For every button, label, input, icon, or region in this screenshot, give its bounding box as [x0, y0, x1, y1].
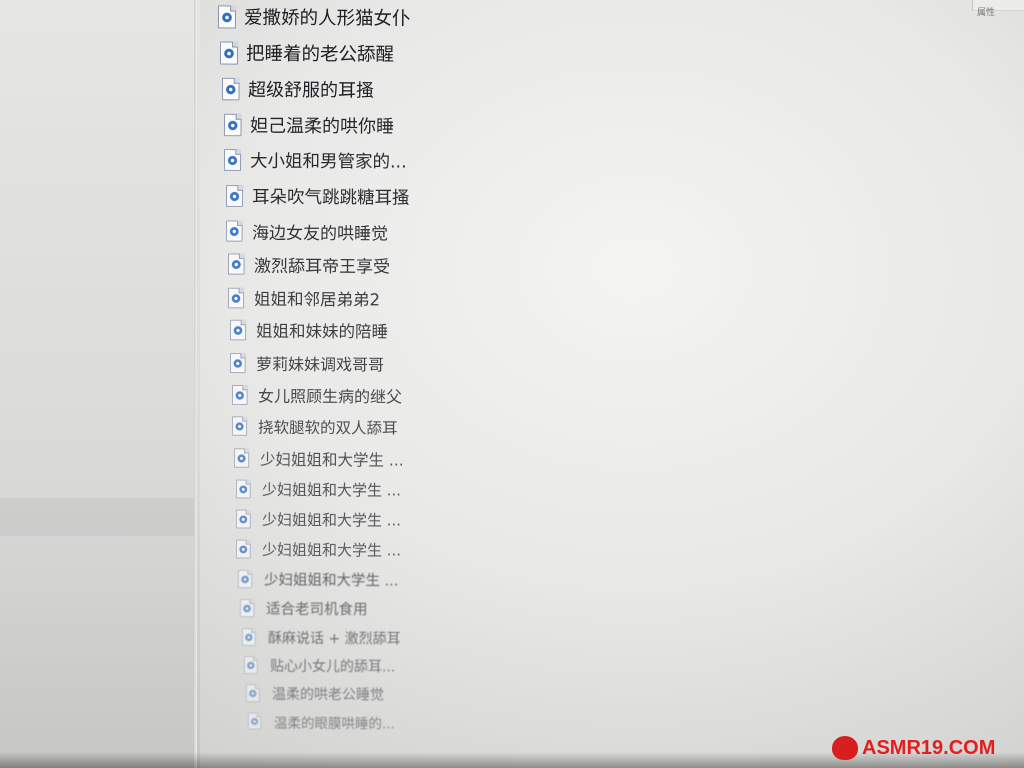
file-name: 温柔的哄老公睡觉 [271, 686, 385, 703]
watermark: ASMR19.COM [832, 736, 995, 760]
file-item[interactable]: 少妇姐姐和大学生 ... [235, 477, 402, 501]
file-item[interactable]: 温柔的哄老公睡觉 [245, 682, 385, 706]
media-disc-icon [221, 11, 233, 22]
media-disc-icon [243, 604, 251, 613]
audio-file-icon [235, 509, 251, 529]
media-disc-icon [225, 84, 236, 94]
audio-file-icon [227, 253, 245, 275]
file-name: 酥麻说话 + 激烈舔耳 [267, 630, 401, 647]
file-item[interactable]: 少妇姐姐和大学生 ... [235, 537, 402, 561]
audio-file-icon [229, 319, 247, 340]
file-item[interactable]: 适合老司机食用 [239, 597, 368, 621]
media-disc-icon [241, 575, 249, 584]
media-disc-icon [239, 545, 248, 554]
file-item[interactable]: 少妇姐姐和大学生 ... [235, 507, 402, 531]
file-name: 超级舒服的耳搔 [247, 79, 375, 102]
file-name: 妲己温柔的哄你睡 [249, 115, 395, 138]
file-item[interactable]: 少妇姐姐和大学生 ... [237, 568, 399, 592]
media-disc-icon [249, 689, 257, 698]
file-list: 爱撒娇的人形猫女仆 把睡着的老公舔醒 超级舒服的耳搔 妲己温柔的哄你睡 大小姐和男管家的… [0, 0, 1024, 768]
file-name: 少妇姐姐和大学生 ... [259, 450, 404, 470]
media-disc-icon [239, 515, 248, 524]
file-name: 挠软腿软的双人舔耳 [257, 418, 398, 438]
file-name: 姐姐和妹妹的陪睡 [255, 321, 389, 342]
audio-file-icon [245, 684, 260, 702]
media-disc-icon [227, 155, 238, 166]
media-disc-icon [250, 717, 259, 726]
audio-file-icon [235, 539, 251, 559]
audio-file-icon [217, 4, 237, 29]
file-item[interactable]: 贴心小女儿的舔耳... [243, 654, 396, 678]
media-disc-icon [247, 661, 255, 670]
file-item[interactable]: 姐姐和邻居弟弟2 [227, 286, 381, 311]
file-name: 激烈舔耳帝王享受 [253, 256, 391, 278]
file-name: 海边女友的哄睡觉 [251, 223, 389, 245]
file-item[interactable]: 温柔的眼膜哄睡的... [247, 710, 395, 734]
media-disc-icon [229, 191, 240, 202]
audio-file-icon [225, 220, 243, 242]
file-item[interactable]: 把睡着的老公舔醒 [219, 39, 395, 66]
audio-file-icon [233, 448, 250, 468]
watermark-text: ASMR19.COM [862, 736, 996, 759]
audio-file-icon [219, 40, 239, 65]
file-item[interactable]: 挠软腿软的双人舔耳 [231, 414, 398, 438]
audio-file-icon [231, 416, 248, 436]
file-item[interactable]: 姐姐和妹妹的陪睡 [229, 318, 389, 343]
audio-file-icon [221, 77, 240, 100]
file-item[interactable]: 少妇姐姐和大学生 ... [233, 446, 404, 470]
audio-file-icon [231, 384, 248, 405]
file-name: 少妇姐姐和大学生 ... [261, 510, 402, 530]
media-disc-icon [235, 390, 245, 400]
file-name: 女儿照顾生病的继父 [257, 386, 403, 407]
audio-file-icon [223, 113, 242, 136]
file-item[interactable]: 女儿照顾生病的继父 [231, 382, 403, 407]
file-name: 萝莉妹妹调戏哥哥 [255, 354, 385, 375]
audio-file-icon [227, 287, 245, 308]
file-item[interactable]: 超级舒服的耳搔 [221, 76, 375, 103]
media-disc-icon [233, 325, 243, 335]
file-item[interactable]: 激烈舔耳帝王享受 [227, 252, 391, 278]
file-name: 少妇姐姐和大学生 ... [263, 572, 399, 590]
media-disc-icon [223, 47, 235, 59]
file-item[interactable]: 耳朵吹气跳跳糖耳搔 [225, 183, 410, 209]
audio-file-icon [225, 185, 244, 207]
media-disc-icon [231, 293, 241, 303]
file-name: 温柔的眼膜哄睡的... [273, 715, 395, 732]
file-item[interactable]: 海边女友的哄睡觉 [225, 219, 389, 245]
audio-file-icon [237, 569, 253, 589]
file-item[interactable]: 酥麻说话 + 激烈舔耳 [241, 626, 401, 650]
file-item[interactable]: 萝莉妹妹调戏哥哥 [229, 351, 385, 376]
file-name: 大小姐和男管家的... [249, 151, 407, 173]
file-name: 少妇姐姐和大学生 ... [261, 480, 402, 500]
audio-file-icon [239, 599, 255, 618]
media-disc-icon [227, 120, 238, 130]
file-name: 爱撒娇的人形猫女仆 [243, 7, 411, 30]
audio-file-icon [229, 352, 246, 373]
media-disc-icon [237, 454, 246, 463]
media-disc-icon [235, 422, 244, 431]
file-name: 贴心小女儿的舔耳... [269, 658, 396, 675]
audio-file-icon [235, 479, 251, 499]
file-name: 适合老司机食用 [265, 601, 368, 619]
audio-file-icon [247, 712, 262, 730]
media-disc-icon [231, 259, 241, 270]
media-disc-icon [239, 485, 248, 494]
media-disc-icon [229, 226, 239, 237]
file-name: 把睡着的老公舔醒 [245, 43, 395, 66]
audio-file-icon [241, 628, 256, 646]
file-item[interactable]: 大小姐和男管家的... [223, 147, 407, 173]
audio-file-icon [223, 149, 242, 171]
media-disc-icon [245, 633, 253, 642]
file-name: 少妇姐姐和大学生 ... [261, 540, 402, 560]
media-disc-icon [233, 358, 243, 368]
heart-logo-icon [832, 736, 858, 760]
file-item[interactable]: 爱撒娇的人形猫女仆 [217, 3, 411, 30]
file-item[interactable]: 妲己温柔的哄你睡 [223, 111, 395, 138]
file-name: 耳朵吹气跳跳糖耳搔 [251, 187, 410, 209]
audio-file-icon [243, 656, 258, 674]
file-name: 姐姐和邻居弟弟2 [253, 289, 381, 310]
